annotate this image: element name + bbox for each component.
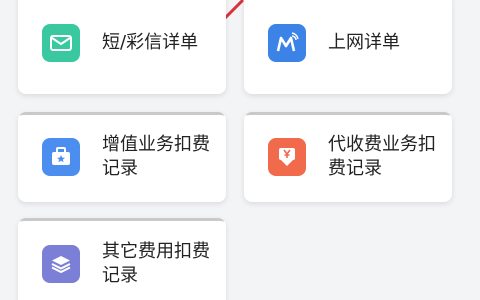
other-fee-charges-card[interactable]: 其它费用扣费记录: [18, 218, 226, 300]
card-label: 代收费业务扣费记录: [328, 134, 436, 179]
card-label: 其它费用扣费记录: [102, 241, 210, 286]
signal-m-icon: [268, 24, 306, 62]
value-added-charges-card[interactable]: 增值业务扣费记录: [18, 112, 226, 202]
briefcase-star-icon: [42, 138, 80, 176]
card-content: 增值业务扣费记录: [42, 112, 216, 202]
card-label: 增值业务扣费记录: [102, 134, 210, 179]
card-content: 上网详单: [268, 0, 442, 94]
card-label: 上网详单: [328, 32, 400, 53]
layers-icon: [42, 245, 80, 283]
proxy-collection-charges-card[interactable]: 代收费业务扣费记录: [244, 112, 452, 202]
card-content: 短/彩信详单: [42, 0, 216, 94]
card-content: 代收费业务扣费记录: [268, 112, 442, 202]
envelope-icon: [42, 24, 80, 62]
data-usage-details-card[interactable]: 上网详单: [244, 0, 452, 94]
card-label: 短/彩信详单: [102, 32, 199, 53]
yuan-download-icon: [268, 138, 306, 176]
billing-details-menu: 短/彩信详单 上网详单 增值业务扣费记录 代收费业务扣费记录 其它费用扣费记录: [0, 0, 480, 300]
card-content: 其它费用扣费记录: [42, 218, 216, 300]
sms-mms-details-card[interactable]: 短/彩信详单: [18, 0, 226, 94]
